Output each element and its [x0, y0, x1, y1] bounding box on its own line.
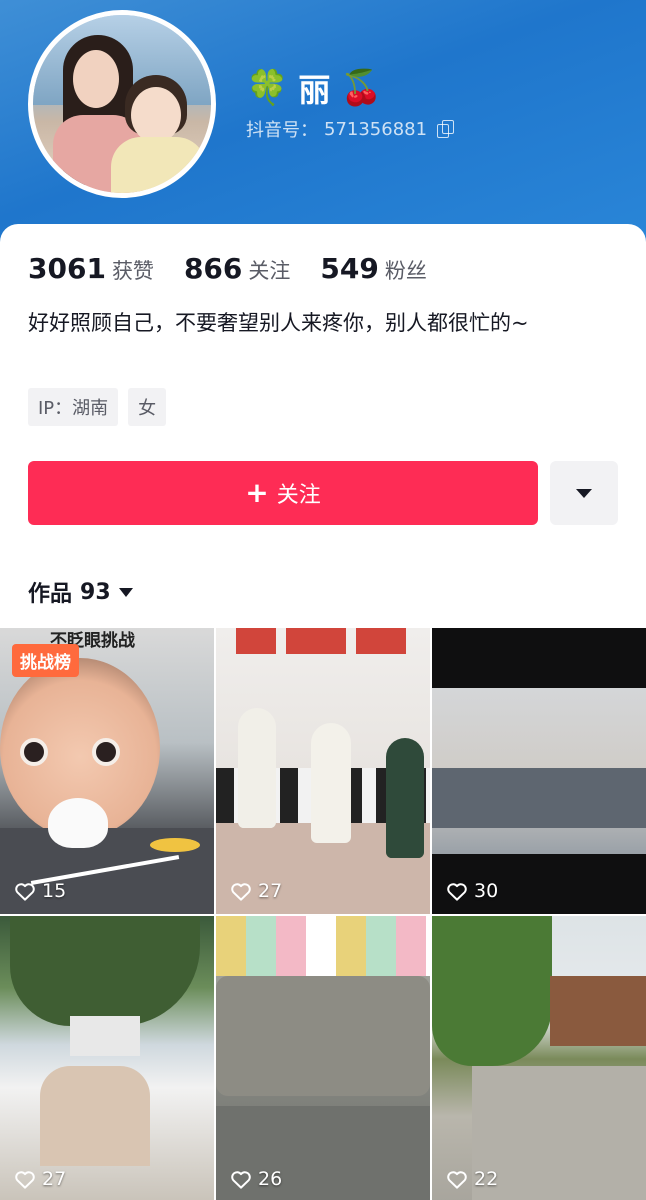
video-thumbnail[interactable]: 不眨眼挑战 挑战榜 15	[0, 628, 214, 914]
stat-likes-value: 3061	[28, 252, 106, 285]
video-thumbnail[interactable]: 27	[216, 628, 430, 914]
bio-text: 好好照顾自己，不要奢望别人来疼你，别人都很忙的~	[28, 311, 529, 335]
like-count-value: 27	[42, 1168, 67, 1190]
copy-icon[interactable]	[437, 120, 455, 138]
cherry-emoji: 🍒	[340, 68, 383, 108]
douyin-id-label: 抖音号：	[246, 120, 318, 141]
stat-followers-label: 粉丝	[384, 259, 427, 283]
follow-button[interactable]: + 关注	[28, 461, 538, 525]
stat-followers[interactable]: 549 粉丝	[320, 252, 426, 285]
clover-emoji: 🍀	[246, 68, 289, 108]
stats-row: 3061 获赞 866 关注 549 粉丝	[28, 252, 457, 285]
heart-icon	[447, 1171, 467, 1189]
profile-name: 丽	[298, 71, 331, 109]
video-like-count: 15	[14, 880, 66, 902]
profile-tags: IP：湖南 女	[28, 388, 167, 426]
plus-icon: +	[245, 476, 269, 509]
profile-name-row: 🍀 丽 🍒	[246, 64, 383, 112]
gender-tag: 女	[128, 388, 167, 426]
caret-down-icon	[576, 488, 592, 498]
douyin-id-row: 抖音号： 571356881	[246, 116, 455, 142]
stat-following-value: 866	[183, 252, 243, 285]
heart-icon	[231, 1171, 251, 1189]
video-like-count: 30	[446, 880, 498, 902]
ip-location-tag: IP：湖南	[28, 388, 119, 426]
douyin-id-value: 571356881	[324, 118, 428, 140]
video-like-count: 26	[230, 1168, 282, 1190]
video-thumbnail[interactable]: 22	[432, 916, 646, 1200]
works-tab-count: 93	[80, 579, 111, 605]
stat-likes-label: 获赞	[111, 259, 154, 283]
challenge-badge: 挑战榜	[12, 644, 79, 677]
video-thumbnail[interactable]: 27	[0, 916, 214, 1200]
video-thumbnail[interactable]: 30	[432, 628, 646, 914]
profile-sheet: 3061 获赞 866 关注 549 粉丝 好好照顾自己，不要奢望别人来疼你，别…	[0, 224, 646, 1200]
heart-icon	[15, 883, 35, 901]
stat-following-label: 关注	[248, 259, 291, 283]
video-grid: 不眨眼挑战 挑战榜 15 27 30 27 26 22	[0, 628, 646, 1200]
stat-likes: 3061 获赞	[28, 252, 154, 285]
stat-following[interactable]: 866 关注	[184, 252, 290, 285]
works-tab-label: 作品	[28, 582, 73, 607]
tab-works[interactable]: 作品 93	[28, 576, 133, 608]
heart-icon	[231, 883, 251, 901]
like-count-value: 15	[42, 880, 67, 902]
like-count-value: 30	[474, 880, 499, 902]
video-like-count: 27	[14, 1168, 66, 1190]
more-options-button[interactable]	[550, 461, 618, 525]
heart-icon	[447, 883, 467, 901]
like-count-value: 26	[258, 1168, 283, 1190]
avatar[interactable]	[28, 10, 216, 198]
video-thumbnail[interactable]: 26	[216, 916, 430, 1200]
heart-icon	[15, 1171, 35, 1189]
like-count-value: 27	[258, 880, 283, 902]
video-like-count: 22	[446, 1168, 498, 1190]
follow-button-label: 关注	[276, 483, 321, 508]
chicken-icon	[48, 798, 108, 848]
caret-down-icon	[118, 587, 133, 597]
video-like-count: 27	[230, 880, 282, 902]
stat-followers-value: 549	[320, 252, 379, 285]
like-count-value: 22	[474, 1168, 499, 1190]
